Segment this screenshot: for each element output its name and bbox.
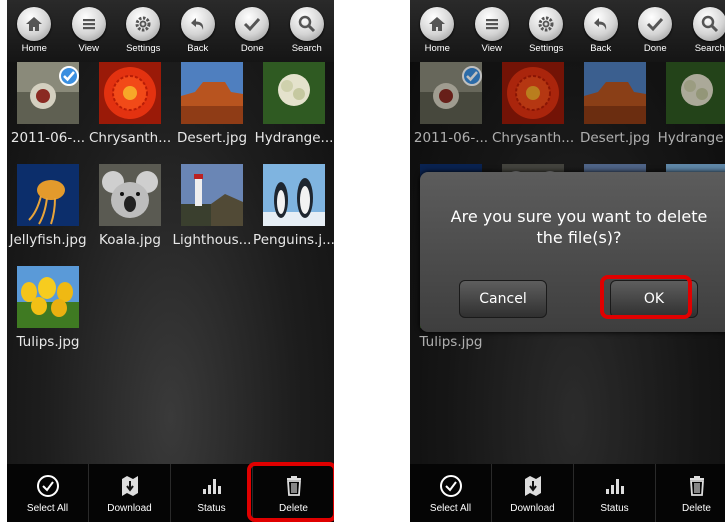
toolbar-view-button[interactable]: View (466, 0, 518, 62)
toolbar-view-button[interactable]: View (63, 0, 115, 62)
file-item[interactable]: Desert.jpg (171, 62, 253, 146)
list-icon (474, 7, 509, 41)
checkmark-icon (235, 7, 270, 41)
toolbar-label: Search (291, 43, 322, 54)
download-label: Download (107, 502, 152, 514)
bar-chart-icon (202, 478, 221, 494)
select-all-label: Select All (429, 502, 472, 514)
toolbar-label: View (481, 43, 502, 54)
toolbar-back-button[interactable]: Back (172, 0, 224, 62)
file-name: 2011-06-... (10, 130, 86, 146)
delete-button[interactable]: Delete (655, 464, 725, 522)
back-arrow-icon (180, 7, 215, 41)
file-item[interactable]: Hydrange... (253, 62, 334, 146)
file-item[interactable]: Jellyfish.jpg (7, 164, 89, 248)
status-button[interactable]: Status (573, 464, 655, 522)
toolbar-label: Done (240, 43, 264, 54)
search-icon (289, 7, 324, 41)
toolbar-search-button[interactable]: Search (684, 0, 725, 62)
toolbar-label: Home (424, 43, 450, 54)
gear-icon (126, 7, 161, 41)
file-thumbnail (263, 62, 325, 124)
file-thumbnail (17, 164, 79, 226)
delete-label: Delete (682, 502, 711, 514)
file-thumbnail (263, 164, 325, 226)
toolbar-label: Settings (529, 43, 564, 54)
checkmark-icon (638, 7, 673, 41)
toolbar-done-button[interactable]: Done (226, 0, 278, 62)
bar-chart-icon (605, 478, 624, 494)
file-name: Penguins.j... (253, 232, 334, 248)
top-toolbar: Home View Settings Back Done Search (7, 0, 334, 62)
delete-highlight-box (247, 462, 334, 522)
file-item[interactable]: Koala.jpg (89, 164, 171, 248)
file-name: Desert.jpg (176, 130, 248, 146)
file-item[interactable]: Tulips.jpg (7, 266, 89, 350)
toolbar-home-button[interactable]: Home (8, 0, 60, 62)
toolbar-label: Settings (126, 43, 161, 54)
file-name: Chrysanth... (89, 130, 171, 146)
toolbar-label: Done (643, 43, 667, 54)
selected-check-icon (59, 66, 79, 86)
select-all-button[interactable]: Select All (410, 464, 491, 522)
file-thumbnail (181, 164, 243, 226)
back-arrow-icon (583, 7, 618, 41)
file-name: Hydrange... (254, 130, 334, 146)
toolbar-search-button[interactable]: Search (281, 0, 333, 62)
file-name: Jellyfish.jpg (9, 232, 87, 248)
cancel-button[interactable]: Cancel (459, 280, 547, 318)
list-icon (71, 7, 106, 41)
select-all-label: Select All (26, 502, 69, 514)
file-name: Tulips.jpg (16, 334, 80, 350)
status-label: Status (197, 502, 226, 514)
trash-icon (689, 475, 704, 496)
toolbar-done-button[interactable]: Done (629, 0, 681, 62)
file-thumbnail (99, 164, 161, 226)
ok-highlight-box (600, 275, 692, 319)
toolbar-label: Back (187, 43, 209, 54)
download-button[interactable]: Download (88, 464, 170, 522)
toolbar-label: Back (590, 43, 612, 54)
file-thumbnail (181, 62, 243, 124)
search-icon (692, 7, 725, 41)
download-button[interactable]: Download (491, 464, 573, 522)
dialog-message: Are you sure you want to delete the file… (450, 207, 708, 247)
status-button[interactable]: Status (170, 464, 252, 522)
bottom-action-bar: Select All Download Status Delete (410, 464, 725, 522)
file-item[interactable]: Chrysanth... (89, 62, 171, 146)
toolbar-label: View (78, 43, 99, 54)
download-label: Download (510, 502, 555, 514)
file-thumbnail (17, 266, 79, 328)
toolbar-home-button[interactable]: Home (411, 0, 463, 62)
toolbar-label: Home (21, 43, 47, 54)
home-icon (17, 7, 52, 41)
check-circle-icon (36, 474, 59, 497)
select-all-button[interactable]: Select All (7, 464, 88, 522)
phone-screen-delete-dialog: Home View Settings Back Done Search 2011… (410, 0, 725, 522)
file-item[interactable]: Penguins.j... (253, 164, 334, 248)
file-name: Koala.jpg (99, 232, 161, 248)
file-item[interactable]: 2011-06-... (7, 62, 89, 146)
top-toolbar: Home View Settings Back Done Search (410, 0, 725, 62)
status-label: Status (600, 502, 629, 514)
phone-screen-file-browser: Home View Settings Back Done Search 2011… (7, 0, 334, 522)
file-thumbnail (17, 62, 79, 124)
toolbar-label: Search (694, 43, 725, 54)
download-icon (524, 475, 541, 496)
toolbar-settings-button[interactable]: Settings (520, 0, 572, 62)
toolbar-back-button[interactable]: Back (575, 0, 627, 62)
file-item[interactable]: Lighthous... (171, 164, 253, 248)
download-icon (121, 475, 138, 496)
gear-icon (529, 7, 564, 41)
file-name: Lighthous... (172, 232, 252, 248)
check-circle-icon (439, 474, 462, 497)
toolbar-settings-button[interactable]: Settings (117, 0, 169, 62)
home-icon (420, 7, 455, 41)
file-thumbnail (99, 62, 161, 124)
